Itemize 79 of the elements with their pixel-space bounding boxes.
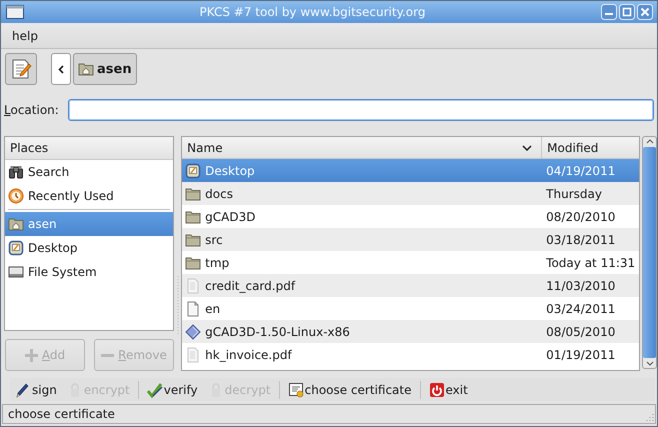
places-header[interactable]: Places bbox=[5, 137, 174, 160]
document-icon bbox=[185, 300, 202, 316]
path-button[interactable]: asen bbox=[73, 53, 137, 85]
binoculars-icon bbox=[8, 164, 24, 180]
modified-date: Thursday bbox=[545, 186, 602, 200]
modified-date: 11/03/2010 bbox=[545, 278, 616, 292]
window-title: PKCS #7 tool by www.bgitsecurity.org bbox=[198, 5, 426, 19]
scroll-thumb[interactable] bbox=[643, 147, 656, 358]
places-item[interactable]: Search bbox=[5, 160, 174, 184]
vertical-scrollbar[interactable] bbox=[642, 136, 657, 369]
file-name: tmp bbox=[205, 256, 230, 270]
file-name: docs bbox=[205, 186, 233, 200]
modified-date: 03/24/2011 bbox=[545, 302, 616, 316]
file-name: Desktop bbox=[205, 164, 255, 178]
file-row[interactable]: gCAD3D-1.50-Linux-x86 08/05/2010 bbox=[182, 320, 639, 343]
file-name: en bbox=[205, 302, 220, 316]
minimize-button[interactable] bbox=[601, 4, 617, 20]
file-name: src bbox=[205, 232, 223, 246]
file-row[interactable]: credit_card.pdf 11/03/2010 bbox=[182, 274, 639, 297]
window-menu-icon[interactable] bbox=[6, 5, 24, 19]
file-name: gCAD3D bbox=[205, 210, 256, 224]
maximize-button[interactable] bbox=[619, 4, 635, 20]
chevron-left-icon bbox=[58, 64, 64, 74]
power-icon bbox=[428, 382, 444, 398]
location-label: Location: bbox=[4, 103, 60, 117]
desktop-icon bbox=[8, 240, 24, 256]
folder-icon bbox=[185, 186, 202, 202]
document-icon bbox=[185, 346, 202, 362]
scroll-down-icon bbox=[646, 361, 654, 366]
modified-date: 04/19/2011 bbox=[545, 164, 616, 178]
places-label: Search bbox=[28, 165, 70, 179]
checkmark-icon bbox=[146, 382, 163, 398]
document-icon bbox=[185, 278, 202, 294]
clock-icon bbox=[8, 188, 24, 204]
home-folder-icon bbox=[8, 216, 24, 232]
modified-date: Today at 11:31 bbox=[545, 256, 636, 270]
folder-icon bbox=[185, 208, 202, 224]
toolbar-button[interactable]: sign bbox=[10, 378, 62, 400]
file-name: credit_card.pdf bbox=[205, 278, 296, 292]
location-field[interactable] bbox=[68, 99, 654, 121]
plus-icon bbox=[24, 348, 38, 362]
places-label: File System bbox=[28, 265, 97, 279]
notepad-pencil-icon bbox=[10, 58, 32, 80]
file-row[interactable]: docs Thursday bbox=[182, 182, 639, 205]
home-folder-icon bbox=[78, 61, 94, 77]
certificate-icon bbox=[288, 382, 304, 398]
places-item[interactable]: File System bbox=[5, 260, 174, 284]
edit-location-button[interactable] bbox=[5, 53, 37, 85]
places-item[interactable]: Desktop bbox=[5, 236, 174, 260]
drive-icon bbox=[8, 264, 24, 280]
folder-icon bbox=[185, 232, 202, 248]
close-button[interactable] bbox=[637, 4, 653, 20]
scroll-up-icon bbox=[646, 139, 654, 144]
modified-date: 01/19/2011 bbox=[545, 348, 616, 362]
back-button[interactable] bbox=[51, 53, 71, 85]
resize-grip-icon bbox=[644, 413, 654, 423]
folder-icon bbox=[185, 254, 202, 270]
status-text: choose certificate bbox=[8, 407, 115, 421]
file-name: gCAD3D-1.50-Linux-x86 bbox=[205, 324, 350, 338]
pane-splitter-grip bbox=[176, 276, 180, 336]
places-item[interactable]: Recently Used bbox=[5, 184, 174, 208]
modified-date: 08/05/2010 bbox=[545, 324, 616, 338]
column-header[interactable]: Name bbox=[182, 137, 542, 159]
minus-icon bbox=[101, 354, 114, 356]
modified-date: 03/18/2011 bbox=[545, 232, 616, 246]
toolbar-button[interactable]: exit bbox=[424, 378, 473, 400]
places-label: asen bbox=[28, 217, 57, 231]
file-name: hk_invoice.pdf bbox=[205, 348, 292, 362]
pen-icon bbox=[15, 382, 31, 398]
places-label: Desktop bbox=[28, 241, 78, 255]
column-header[interactable]: Modified bbox=[542, 137, 639, 159]
places-label: Recently Used bbox=[28, 189, 114, 203]
desktop-icon bbox=[185, 162, 202, 178]
modified-date: 08/20/2010 bbox=[545, 210, 616, 224]
menu-item[interactable]: help bbox=[5, 28, 45, 42]
file-row[interactable]: src 03/18/2011 bbox=[182, 228, 639, 251]
diamond-icon bbox=[185, 324, 202, 340]
toolbar-button[interactable]: choose certificate bbox=[282, 378, 416, 400]
toolbar-button[interactable]: verify bbox=[142, 378, 203, 400]
